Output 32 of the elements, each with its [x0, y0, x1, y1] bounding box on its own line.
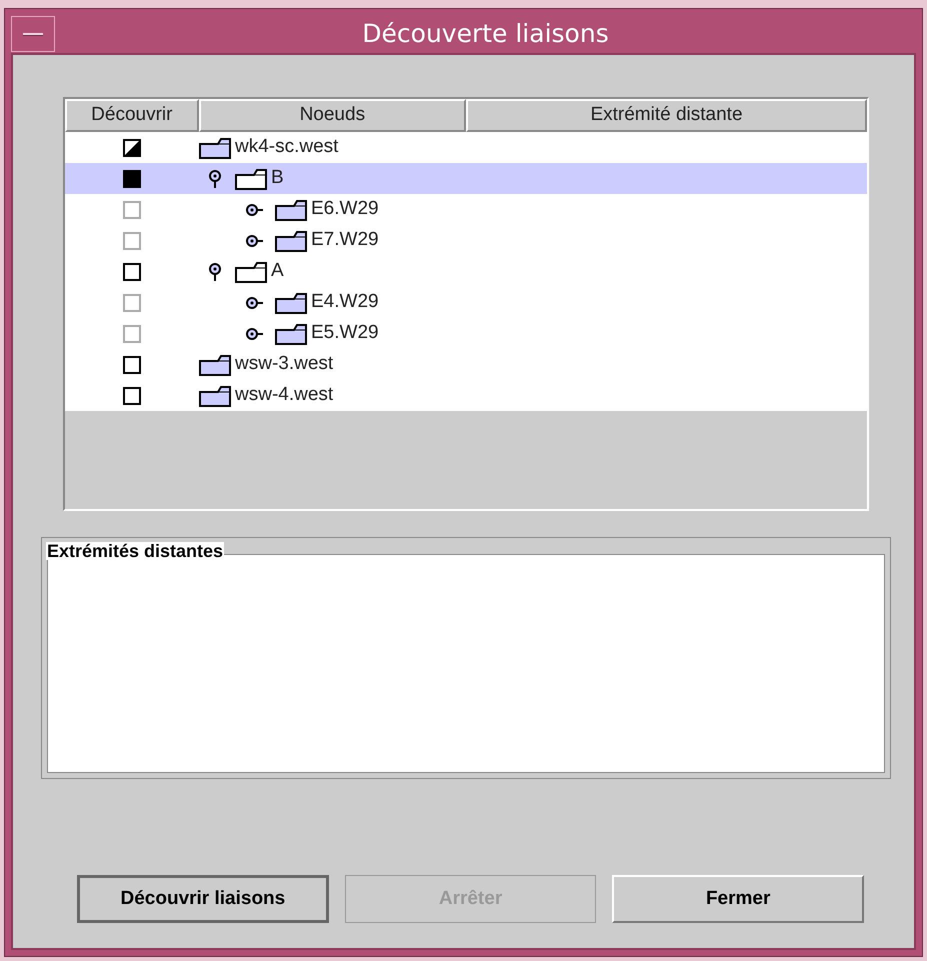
node-label: E4.W29 — [311, 290, 379, 314]
checkbox[interactable] — [123, 138, 141, 156]
folder-icon — [275, 292, 307, 314]
column-header[interactable]: Extrémité distante — [466, 99, 867, 132]
node-label: E6.W29 — [311, 197, 379, 222]
dialog-button[interactable]: Découvrir liaisons — [77, 875, 329, 923]
node-label: B — [271, 166, 284, 190]
tree-row[interactable]: B — [65, 163, 867, 194]
node-label: wsw-4.west — [235, 383, 334, 408]
checkbox[interactable] — [123, 386, 141, 404]
column-header[interactable]: Découvrir — [65, 99, 199, 132]
checkbox[interactable] — [123, 356, 141, 374]
checkbox[interactable] — [123, 262, 141, 280]
node-label: E5.W29 — [311, 321, 379, 346]
checkbox[interactable] — [123, 170, 141, 188]
window-menu-button[interactable] — [11, 16, 55, 52]
folder-icon — [275, 198, 307, 220]
folder-icon — [275, 230, 307, 252]
node-label: wk4-sc.west — [235, 135, 338, 160]
folder-icon — [199, 354, 231, 376]
column-header[interactable]: Noeuds — [198, 99, 466, 132]
dialog-button[interactable]: Fermer — [612, 875, 864, 923]
node-label: A — [271, 259, 284, 284]
folder-icon — [235, 168, 267, 190]
group-title: Extrémités distantes — [46, 542, 224, 560]
folder-icon — [199, 136, 231, 158]
folder-icon — [275, 322, 307, 344]
node-label: wsw-3.west — [235, 352, 334, 376]
node-label: E7.W29 — [311, 228, 379, 252]
folder-icon — [235, 260, 267, 282]
folder-icon — [199, 384, 231, 406]
window-title: Découverte liaisons — [361, 18, 610, 50]
